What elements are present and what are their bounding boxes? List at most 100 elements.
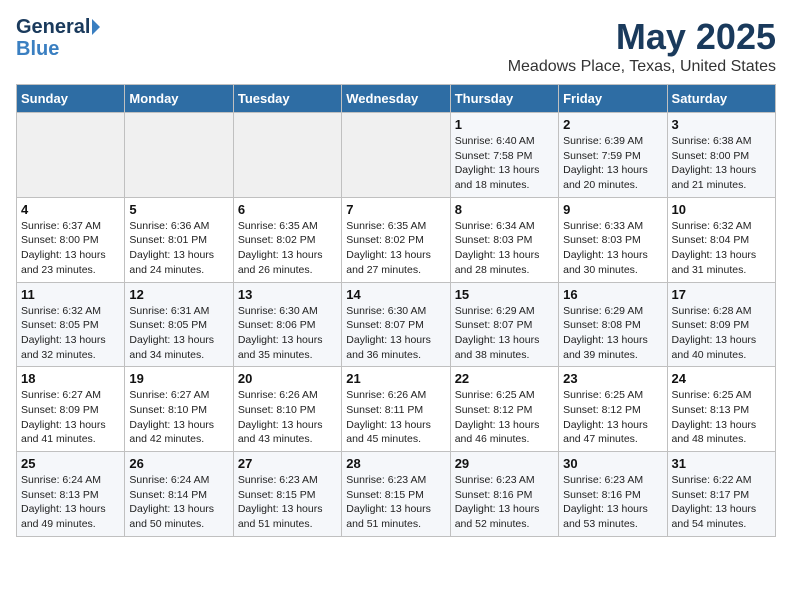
day-info: Sunrise: 6:35 AM Sunset: 8:02 PM Dayligh… bbox=[346, 219, 445, 278]
day-header-friday: Friday bbox=[559, 85, 667, 113]
calendar-cell: 4 Sunrise: 6:37 AM Sunset: 8:00 PM Daylig… bbox=[17, 197, 125, 282]
day-number: 11 bbox=[21, 287, 120, 302]
calendar-cell: 3Sunrise: 6:38 AM Sunset: 8:00 PM Daylig… bbox=[667, 113, 775, 198]
calendar-cell: 28 Sunrise: 6:23 AM Sunset: 8:15 PM Dayli… bbox=[342, 452, 450, 537]
calendar-header-row: SundayMondayTuesdayWednesdayThursdayFrid… bbox=[17, 85, 776, 113]
day-info: Sunrise: 6:25 AM Sunset: 8:12 PM Dayligh… bbox=[563, 388, 662, 447]
day-header-tuesday: Tuesday bbox=[233, 85, 341, 113]
day-number: 15 bbox=[455, 287, 554, 302]
calendar-week-row: 11 Sunrise: 6:32 AM Sunset: 8:05 PM Dayli… bbox=[17, 282, 776, 367]
day-header-monday: Monday bbox=[125, 85, 233, 113]
calendar-table: SundayMondayTuesdayWednesdayThursdayFrid… bbox=[16, 84, 776, 537]
day-info: Sunrise: 6:23 AM Sunset: 8:16 PM Dayligh… bbox=[563, 473, 662, 532]
calendar-cell: 31 Sunrise: 6:22 AM Sunset: 8:17 PM Dayli… bbox=[667, 452, 775, 537]
day-number: 13 bbox=[238, 287, 337, 302]
day-number: 7 bbox=[346, 202, 445, 217]
day-number: 27 bbox=[238, 456, 337, 471]
calendar-cell: 21 Sunrise: 6:26 AM Sunset: 8:11 PM Dayli… bbox=[342, 367, 450, 452]
calendar-cell bbox=[125, 113, 233, 198]
day-number: 6 bbox=[238, 202, 337, 217]
day-info: Sunrise: 6:22 AM Sunset: 8:17 PM Dayligh… bbox=[672, 473, 771, 532]
calendar-cell: 16Sunrise: 6:29 AM Sunset: 8:08 PM Dayli… bbox=[559, 282, 667, 367]
day-info: Sunrise: 6:40 AM Sunset: 7:58 PM Dayligh… bbox=[455, 134, 554, 193]
logo: General Blue bbox=[16, 16, 100, 60]
calendar-cell: 13 Sunrise: 6:30 AM Sunset: 8:06 PM Dayli… bbox=[233, 282, 341, 367]
calendar-body: 1 Sunrise: 6:40 AM Sunset: 7:58 PM Daylig… bbox=[17, 113, 776, 537]
logo-general: General bbox=[16, 16, 90, 38]
logo-blue: Blue bbox=[16, 38, 59, 60]
day-number: 1 bbox=[455, 117, 554, 132]
day-number: 10 bbox=[672, 202, 771, 217]
day-number: 18 bbox=[21, 371, 120, 386]
day-number: 25 bbox=[21, 456, 120, 471]
day-number: 5 bbox=[129, 202, 228, 217]
calendar-cell: 2 Sunrise: 6:39 AM Sunset: 7:59 PM Daylig… bbox=[559, 113, 667, 198]
calendar-cell: 30 Sunrise: 6:23 AM Sunset: 8:16 PM Dayli… bbox=[559, 452, 667, 537]
day-number: 12 bbox=[129, 287, 228, 302]
day-info: Sunrise: 6:24 AM Sunset: 8:13 PM Dayligh… bbox=[21, 473, 120, 532]
day-info: Sunrise: 6:32 AM Sunset: 8:05 PM Dayligh… bbox=[21, 304, 120, 363]
calendar-cell: 20 Sunrise: 6:26 AM Sunset: 8:10 PM Dayli… bbox=[233, 367, 341, 452]
calendar-cell: 12 Sunrise: 6:31 AM Sunset: 8:05 PM Dayli… bbox=[125, 282, 233, 367]
day-info: Sunrise: 6:23 AM Sunset: 8:15 PM Dayligh… bbox=[346, 473, 445, 532]
calendar-cell: 10 Sunrise: 6:32 AM Sunset: 8:04 PM Dayli… bbox=[667, 197, 775, 282]
day-info: Sunrise: 6:27 AM Sunset: 8:09 PM Dayligh… bbox=[21, 388, 120, 447]
day-info: Sunrise: 6:29 AM Sunset: 8:07 PM Dayligh… bbox=[455, 304, 554, 363]
day-number: 30 bbox=[563, 456, 662, 471]
calendar-cell: 11 Sunrise: 6:32 AM Sunset: 8:05 PM Dayli… bbox=[17, 282, 125, 367]
day-info: Sunrise: 6:25 AM Sunset: 8:13 PM Dayligh… bbox=[672, 388, 771, 447]
month-title: May 2025 bbox=[508, 16, 776, 58]
calendar-cell: 8Sunrise: 6:34 AM Sunset: 8:03 PM Daylig… bbox=[450, 197, 558, 282]
day-number: 16 bbox=[563, 287, 662, 302]
calendar-cell: 14 Sunrise: 6:30 AM Sunset: 8:07 PM Dayli… bbox=[342, 282, 450, 367]
day-number: 14 bbox=[346, 287, 445, 302]
day-number: 17 bbox=[672, 287, 771, 302]
day-info: Sunrise: 6:26 AM Sunset: 8:10 PM Dayligh… bbox=[238, 388, 337, 447]
day-header-wednesday: Wednesday bbox=[342, 85, 450, 113]
calendar-cell bbox=[17, 113, 125, 198]
day-number: 22 bbox=[455, 371, 554, 386]
calendar-week-row: 1 Sunrise: 6:40 AM Sunset: 7:58 PM Daylig… bbox=[17, 113, 776, 198]
calendar-cell: 22Sunrise: 6:25 AM Sunset: 8:12 PM Dayli… bbox=[450, 367, 558, 452]
calendar-cell: 6Sunrise: 6:35 AM Sunset: 8:02 PM Daylig… bbox=[233, 197, 341, 282]
day-info: Sunrise: 6:31 AM Sunset: 8:05 PM Dayligh… bbox=[129, 304, 228, 363]
calendar-week-row: 4 Sunrise: 6:37 AM Sunset: 8:00 PM Daylig… bbox=[17, 197, 776, 282]
day-number: 28 bbox=[346, 456, 445, 471]
day-number: 31 bbox=[672, 456, 771, 471]
day-info: Sunrise: 6:37 AM Sunset: 8:00 PM Dayligh… bbox=[21, 219, 120, 278]
day-info: Sunrise: 6:30 AM Sunset: 8:07 PM Dayligh… bbox=[346, 304, 445, 363]
calendar-cell: 17 Sunrise: 6:28 AM Sunset: 8:09 PM Dayli… bbox=[667, 282, 775, 367]
day-number: 4 bbox=[21, 202, 120, 217]
day-info: Sunrise: 6:33 AM Sunset: 8:03 PM Dayligh… bbox=[563, 219, 662, 278]
calendar-cell: 27Sunrise: 6:23 AM Sunset: 8:15 PM Dayli… bbox=[233, 452, 341, 537]
day-header-thursday: Thursday bbox=[450, 85, 558, 113]
day-number: 19 bbox=[129, 371, 228, 386]
day-info: Sunrise: 6:39 AM Sunset: 7:59 PM Dayligh… bbox=[563, 134, 662, 193]
day-info: Sunrise: 6:24 AM Sunset: 8:14 PM Dayligh… bbox=[129, 473, 228, 532]
day-number: 9 bbox=[563, 202, 662, 217]
calendar-week-row: 18 Sunrise: 6:27 AM Sunset: 8:09 PM Dayli… bbox=[17, 367, 776, 452]
calendar-cell: 23Sunrise: 6:25 AM Sunset: 8:12 PM Dayli… bbox=[559, 367, 667, 452]
day-number: 3 bbox=[672, 117, 771, 132]
calendar-cell: 25 Sunrise: 6:24 AM Sunset: 8:13 PM Dayli… bbox=[17, 452, 125, 537]
day-info: Sunrise: 6:23 AM Sunset: 8:16 PM Dayligh… bbox=[455, 473, 554, 532]
day-number: 2 bbox=[563, 117, 662, 132]
calendar-cell bbox=[233, 113, 341, 198]
day-info: Sunrise: 6:30 AM Sunset: 8:06 PM Dayligh… bbox=[238, 304, 337, 363]
day-info: Sunrise: 6:36 AM Sunset: 8:01 PM Dayligh… bbox=[129, 219, 228, 278]
day-number: 20 bbox=[238, 371, 337, 386]
day-info: Sunrise: 6:28 AM Sunset: 8:09 PM Dayligh… bbox=[672, 304, 771, 363]
day-number: 24 bbox=[672, 371, 771, 386]
calendar-cell: 18 Sunrise: 6:27 AM Sunset: 8:09 PM Dayli… bbox=[17, 367, 125, 452]
day-info: Sunrise: 6:32 AM Sunset: 8:04 PM Dayligh… bbox=[672, 219, 771, 278]
day-number: 21 bbox=[346, 371, 445, 386]
day-info: Sunrise: 6:26 AM Sunset: 8:11 PM Dayligh… bbox=[346, 388, 445, 447]
calendar-cell: 15 Sunrise: 6:29 AM Sunset: 8:07 PM Dayli… bbox=[450, 282, 558, 367]
location-subtitle: Meadows Place, Texas, United States bbox=[508, 58, 776, 76]
calendar-cell: 26Sunrise: 6:24 AM Sunset: 8:14 PM Dayli… bbox=[125, 452, 233, 537]
logo-arrow-icon bbox=[92, 19, 100, 35]
day-info: Sunrise: 6:34 AM Sunset: 8:03 PM Dayligh… bbox=[455, 219, 554, 278]
calendar-cell bbox=[342, 113, 450, 198]
calendar-cell: 1 Sunrise: 6:40 AM Sunset: 7:58 PM Daylig… bbox=[450, 113, 558, 198]
day-info: Sunrise: 6:27 AM Sunset: 8:10 PM Dayligh… bbox=[129, 388, 228, 447]
